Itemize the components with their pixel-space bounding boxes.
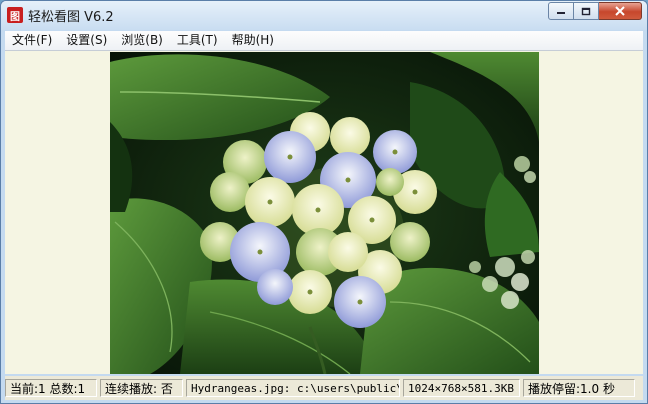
app-icon[interactable]: 图 [7, 7, 23, 23]
menu-file[interactable]: 文件(F) [5, 31, 59, 50]
maximize-icon [581, 7, 591, 15]
minimize-icon [557, 12, 565, 14]
menu-help[interactable]: 帮助(H) [225, 31, 281, 50]
window-controls [548, 2, 642, 20]
menu-settings[interactable]: 设置(S) [59, 31, 114, 50]
menu-browse[interactable]: 浏览(B) [114, 31, 170, 50]
window-title: 轻松看图 V6.2 [28, 10, 114, 25]
main-window: 图 轻松看图 V6.2 文件(F) 设置(S) 浏览(B) 工具(T) 帮助(H… [0, 0, 648, 404]
status-delay: 播放停留:1.0 秒 [523, 379, 635, 397]
minimize-button[interactable] [548, 2, 574, 20]
hydrangea-photo [110, 52, 539, 374]
menu-tools[interactable]: 工具(T) [170, 31, 225, 50]
menu-bar: 文件(F) 设置(S) 浏览(B) 工具(T) 帮助(H) [5, 31, 643, 51]
status-index: 当前:1 总数:1 [5, 379, 97, 397]
status-bar: 当前:1 总数:1 连续播放: 否 Hydrangeas.jpg: c:\use… [5, 376, 643, 400]
close-icon [615, 6, 625, 16]
close-button[interactable] [599, 2, 642, 20]
maximize-button[interactable] [574, 2, 599, 20]
status-slideshow: 连续播放: 否 [100, 379, 183, 397]
status-file-path: Hydrangeas.jpg: c:\users\public\pi [186, 379, 400, 397]
displayed-image[interactable] [110, 52, 539, 374]
title-bar[interactable]: 图 轻松看图 V6.2 [1, 1, 647, 30]
image-viewer-area[interactable] [5, 51, 643, 374]
status-image-size: 1024×768×581.3KB [403, 379, 520, 397]
